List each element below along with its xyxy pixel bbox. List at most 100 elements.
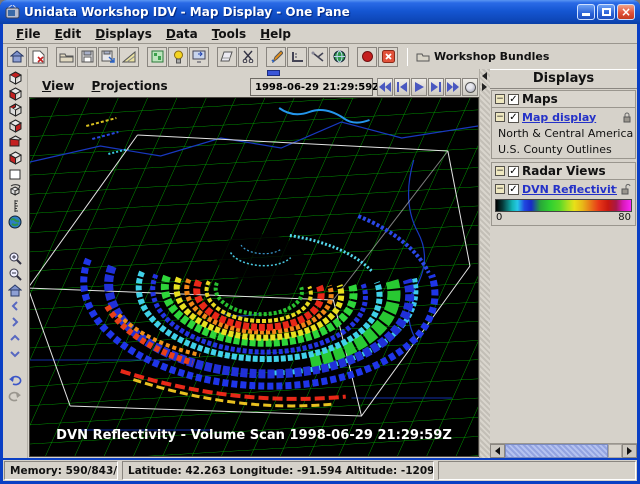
undo-button[interactable] — [6, 372, 24, 388]
maximize-button[interactable] — [597, 4, 615, 20]
time-combobox[interactable]: 1998-06-29 21:29:59Z — [250, 78, 373, 96]
scroll-left-button[interactable] — [490, 444, 505, 458]
map-layer-label[interactable]: North & Central America — [492, 126, 635, 142]
remove-all-button[interactable] — [28, 47, 48, 67]
redo-button[interactable] — [6, 388, 24, 404]
pan-down-button[interactable] — [6, 346, 24, 362]
menu-displays[interactable]: Displays — [88, 25, 159, 43]
view-left-button[interactable] — [6, 150, 24, 166]
zoom-in-button[interactable] — [6, 250, 24, 266]
view-bottom-button[interactable] — [6, 86, 24, 102]
save-as-button[interactable] — [98, 47, 118, 67]
pan-up-button[interactable] — [6, 330, 24, 346]
capture-image-button[interactable] — [147, 47, 167, 67]
app-icon — [5, 5, 20, 19]
globe-projection-button[interactable] — [329, 47, 349, 67]
menu-tools[interactable]: Tools — [205, 25, 253, 43]
zoom-in-icon — [8, 251, 22, 265]
step-back-icon — [397, 82, 407, 92]
record-button[interactable] — [357, 47, 377, 67]
view-front-button[interactable] — [6, 134, 24, 150]
maps-group-label: Maps — [522, 92, 558, 106]
menu-help[interactable]: Help — [253, 25, 298, 43]
maps-visibility-checkbox[interactable]: ✓ — [508, 94, 519, 105]
dvn-reflectivity-link[interactable]: DVN Reflectivity - Volu... — [522, 183, 617, 196]
step-forward-button[interactable] — [428, 78, 444, 96]
home-view-button[interactable] — [6, 282, 24, 298]
pan-right-button[interactable] — [6, 314, 24, 330]
collapse-right-icon[interactable] — [482, 83, 487, 91]
map-display-checkbox[interactable]: ✓ — [508, 112, 519, 123]
cut-button[interactable] — [238, 47, 258, 67]
open-file-button[interactable] — [56, 47, 76, 67]
cancel-x-icon — [382, 50, 395, 63]
scrollbar-track[interactable] — [608, 444, 622, 458]
collapse-radar-icon[interactable]: − — [495, 166, 505, 176]
minimize-button[interactable] — [577, 4, 595, 20]
collapse-left-icon[interactable] — [482, 72, 487, 80]
radar-visibility-checkbox[interactable]: ✓ — [508, 166, 519, 177]
scroll-left-icon — [495, 447, 500, 455]
unlock-icon[interactable] — [620, 183, 632, 195]
set-square-icon — [122, 50, 136, 63]
map-display-row: − ✓ Map display — [492, 108, 635, 126]
export-display-button[interactable] — [189, 47, 209, 67]
save-button[interactable] — [77, 47, 97, 67]
globe-display-button[interactable] — [6, 214, 24, 230]
cancel-button[interactable] — [378, 47, 398, 67]
workshop-bundles-button[interactable]: Workshop Bundles — [416, 50, 549, 63]
view-back-button[interactable] — [6, 102, 24, 118]
menu-edit[interactable]: Edit — [48, 25, 89, 43]
tools-button[interactable] — [308, 47, 328, 67]
show-tips-button[interactable] — [168, 47, 188, 67]
time-slider-thumb[interactable] — [267, 70, 280, 76]
pencil-check-icon — [270, 50, 283, 63]
zoom-out-button[interactable] — [6, 266, 24, 282]
view-right-button[interactable] — [6, 118, 24, 134]
home-button[interactable] — [7, 47, 27, 67]
angle-ruler-icon — [291, 51, 304, 63]
panel-splitter[interactable] — [479, 69, 490, 458]
main-toolbar: Workshop Bundles — [3, 44, 637, 69]
scroll-right-button[interactable] — [622, 444, 637, 458]
app-window: Unidata Workshop IDV - Map Display - One… — [0, 0, 640, 484]
collapse-maps-icon[interactable]: − — [495, 94, 505, 104]
map-layer-label[interactable]: U.S. County Outlines — [492, 142, 635, 158]
menu-data[interactable]: Data — [159, 25, 205, 43]
animation-properties-button[interactable] — [462, 78, 478, 96]
view-top-button[interactable] — [6, 70, 24, 86]
rewind-icon — [379, 82, 391, 92]
fast-forward-button[interactable] — [445, 78, 461, 96]
menu-file[interactable]: File — [9, 25, 48, 43]
rotate-cube-icon — [8, 183, 23, 197]
pan-left-button[interactable] — [6, 298, 24, 314]
reflectivity-colorbar — [495, 199, 632, 212]
edit-formulas-button[interactable] — [266, 47, 286, 67]
step-back-button[interactable] — [394, 78, 410, 96]
lightbulb-icon — [173, 50, 184, 64]
house-icon — [8, 284, 22, 297]
collapse-map-display-icon[interactable]: − — [495, 112, 505, 122]
rotate-view-button[interactable] — [6, 182, 24, 198]
drawing-preferences-button[interactable] — [119, 47, 139, 67]
play-button[interactable] — [411, 78, 427, 96]
rewind-button[interactable] — [377, 78, 393, 96]
open-folder-icon — [59, 51, 74, 63]
scrollbar-thumb[interactable] — [505, 444, 608, 458]
ruler-icon — [10, 199, 20, 213]
vertical-scale-button[interactable] — [6, 198, 24, 214]
map-display-link[interactable]: Map display — [522, 111, 619, 124]
lock-icon[interactable] — [622, 111, 632, 123]
collapse-dvn-icon[interactable]: − — [495, 184, 505, 194]
globe-icon — [333, 50, 346, 63]
map-3d-canvas[interactable]: DVN Reflectivity - Volume Scan 1998-06-2… — [29, 97, 479, 457]
menu-projections[interactable]: Projections — [86, 77, 174, 95]
menu-view[interactable]: View — [36, 77, 80, 95]
close-button[interactable]: × — [617, 4, 635, 20]
measure-button[interactable] — [287, 47, 307, 67]
erase-button[interactable] — [217, 47, 237, 67]
eraser-icon — [220, 51, 234, 62]
dvn-visibility-checkbox[interactable]: ✓ — [508, 184, 519, 195]
reset-box-button[interactable] — [6, 166, 24, 182]
record-icon — [361, 50, 374, 63]
